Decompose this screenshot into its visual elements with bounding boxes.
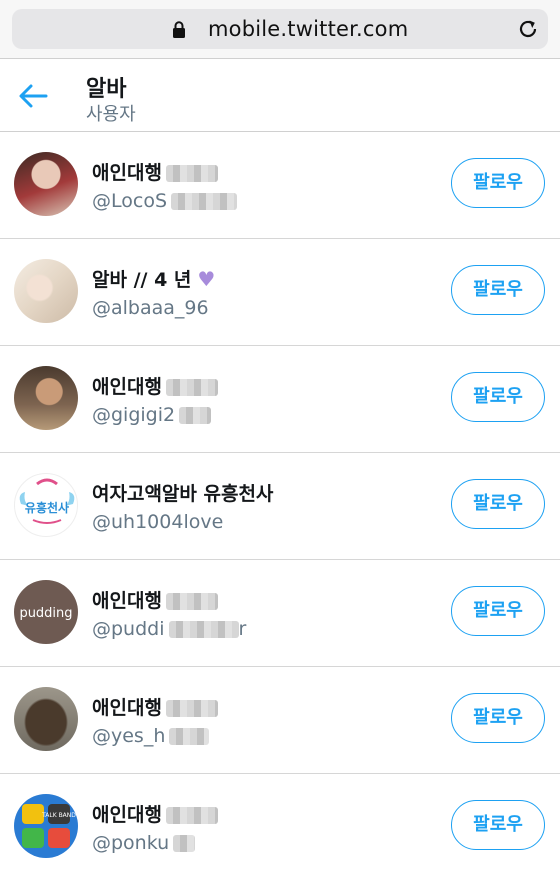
browser-chrome: mobile.twitter.com [0,0,560,58]
user-handle: @LocoS [92,190,238,212]
list-item[interactable]: 유흥천사 여자고액알바 유흥천사 @uh1004love 팔로우 [0,453,560,560]
back-arrow-icon[interactable] [18,83,48,109]
follow-button[interactable]: 팔로우 [451,158,545,208]
lock-icon [173,21,185,38]
user-handle: @albaaa_96 [92,297,209,319]
svg-text:pudding: pudding [19,606,72,621]
user-name[interactable]: 애인대행 [92,586,218,613]
avatar[interactable]: pudding [14,580,78,644]
pudding-logo: pudding [19,606,72,621]
user-handle: @puddi r [92,618,247,640]
follow-button[interactable]: 팔로우 [451,800,545,850]
user-name[interactable]: 애인대행 [92,800,218,827]
user-name[interactable]: 애인대행 [92,158,218,185]
avatar[interactable] [14,366,78,430]
purple-heart-icon: ♥ [197,267,216,291]
user-handle: @gigigi2 [92,404,212,426]
user-name[interactable]: 알바 // 4 년 ♥ [92,265,215,292]
avatar[interactable] [14,687,78,751]
angel-logo-icon: 유흥천사 [19,478,75,524]
url-text[interactable]: mobile.twitter.com [208,17,408,41]
avatar[interactable] [14,259,78,323]
svg-text:TALK BAND: TALK BAND [41,812,76,819]
page-subtitle: 사용자 [86,104,136,125]
follow-button[interactable]: 팔로우 [451,265,545,315]
list-item[interactable]: pudding 애인대행 @puddi r 팔로우 [0,560,560,667]
list-item[interactable]: 애인대행 @yes_h 팔로우 [0,667,560,774]
address-bar[interactable]: mobile.twitter.com [12,9,548,49]
follow-button[interactable]: 팔로우 [451,586,545,636]
follow-button[interactable]: 팔로우 [451,372,545,422]
avatar[interactable]: TALK BAND [14,794,78,858]
follow-button[interactable]: 팔로우 [451,693,545,743]
svg-text:유흥천사: 유흥천사 [25,500,69,515]
avatar[interactable] [14,152,78,216]
list-item[interactable]: 애인대행 @gigigi2 팔로우 [0,346,560,453]
user-name[interactable]: 애인대행 [92,693,218,720]
page-header: 알바 사용자 [0,58,560,132]
follow-button[interactable]: 팔로우 [451,479,545,529]
user-name[interactable]: 여자고액알바 유흥천사 [92,479,273,506]
list-item[interactable]: TALK BAND 애인대행 @ponku 팔로우 [0,774,560,877]
app-icons-logo: TALK BAND [22,804,76,848]
user-handle: @yes_h [92,725,210,747]
user-name[interactable]: 애인대행 [92,372,218,399]
user-handle: @uh1004love [92,511,224,533]
avatar[interactable]: 유흥천사 [14,473,78,537]
user-handle: @ponku [92,832,196,854]
reload-icon[interactable] [517,18,539,40]
list-item[interactable]: 애인대행 @LocoS 팔로우 [0,132,560,239]
list-item[interactable]: 알바 // 4 년 ♥ @albaaa_96 팔로우 [0,239,560,346]
user-list: 애인대행 @LocoS 팔로우 알바 // 4 년 ♥ @albaaa_96 팔로… [0,132,560,877]
page-title: 알바 [86,77,127,102]
